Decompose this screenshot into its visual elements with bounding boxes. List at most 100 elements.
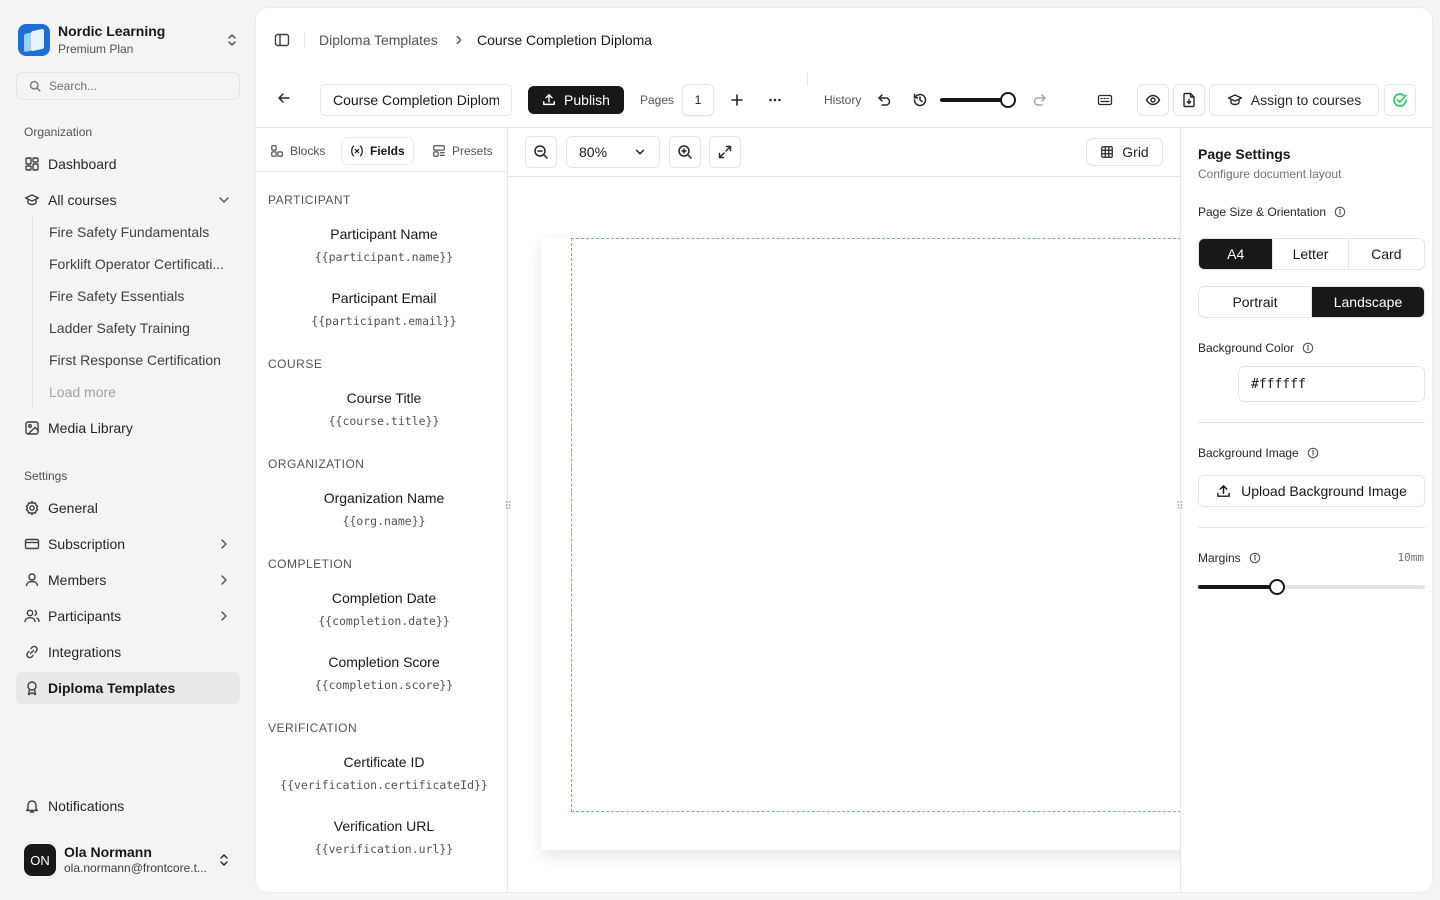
upload-icon — [1216, 484, 1231, 499]
check-circle-icon — [1392, 92, 1408, 108]
grid-toggle-button[interactable]: Grid — [1086, 138, 1163, 166]
background-color-label: Background Color — [1198, 341, 1314, 355]
info-icon[interactable] — [1307, 447, 1319, 459]
tab-fields[interactable]: Fields — [342, 138, 413, 164]
sidebar-item-dashboard[interactable]: Dashboard — [16, 148, 240, 180]
page-number-button[interactable]: 1 — [682, 84, 714, 116]
diploma-page[interactable] — [541, 238, 1180, 850]
preview-button[interactable] — [1137, 84, 1169, 116]
group-heading-organization: ORGANIZATION — [268, 457, 365, 471]
search-icon — [29, 80, 41, 92]
file-download-icon — [1181, 92, 1197, 108]
label-text: Margins — [1198, 551, 1241, 565]
upload-background-button[interactable]: Upload Background Image — [1198, 475, 1425, 507]
sidebar-item-general[interactable]: General — [16, 492, 240, 524]
field-name: Course Title — [346, 390, 422, 406]
fields-panel: Blocks Fields Presets PARTICIPANT Partic… — [256, 128, 508, 892]
link-icon — [24, 644, 40, 660]
field-variable: {{completion.score}} — [314, 678, 454, 692]
background-color-input[interactable] — [1238, 366, 1425, 402]
breadcrumb-parent[interactable]: Diploma Templates — [319, 32, 438, 48]
more-horizontal-icon[interactable] — [767, 92, 783, 108]
plus-icon[interactable] — [729, 92, 745, 108]
sidebar-item-all-courses[interactable]: All courses — [16, 184, 240, 216]
page-size-a4[interactable]: A4 — [1199, 239, 1274, 269]
field-certificate-id[interactable]: Certificate ID {{verification.certificat… — [256, 754, 507, 792]
sidebar: Nordic Learning Premium Plan Organizatio… — [0, 0, 256, 900]
field-verification-url[interactable]: Verification URL {{verification.url}} — [256, 818, 507, 856]
history-icon[interactable] — [912, 92, 928, 108]
search-input[interactable] — [49, 79, 229, 93]
history-slider-thumb[interactable] — [1000, 92, 1016, 108]
orientation-landscape[interactable]: Landscape — [1312, 287, 1424, 317]
sidebar-item-subscription[interactable]: Subscription — [16, 528, 240, 560]
zoom-in-button[interactable] — [669, 136, 701, 168]
field-completion-score[interactable]: Completion Score {{completion.score}} — [256, 654, 507, 692]
org-switcher[interactable]: Nordic Learning Premium Plan — [18, 20, 240, 60]
sidebar-item-diploma-templates[interactable]: Diploma Templates — [16, 672, 240, 704]
page-size-card[interactable]: Card — [1349, 239, 1424, 269]
field-name: Organization Name — [323, 490, 445, 506]
margins-value: 10mm — [1397, 551, 1425, 564]
dashboard-icon — [24, 156, 40, 172]
course-item[interactable]: Ladder Safety Training — [41, 313, 237, 343]
zoom-select[interactable]: 80% — [566, 136, 660, 168]
margins-slider[interactable] — [1198, 579, 1425, 595]
field-completion-date[interactable]: Completion Date {{completion.date}} — [256, 590, 507, 628]
page-size-label: Page Size & Orientation — [1198, 205, 1346, 219]
info-icon[interactable] — [1302, 342, 1314, 354]
eye-icon — [1145, 92, 1161, 108]
zoom-out-button[interactable] — [525, 136, 557, 168]
field-participant-email[interactable]: Participant Email {{participant.email}} — [256, 290, 507, 328]
user-email: ola.normann@frontcore.t... — [64, 861, 207, 876]
editor-toolbar: Publish Pages 1 History — [256, 72, 1432, 128]
orientation-portrait[interactable]: Portrait — [1199, 287, 1312, 317]
sidebar-item-label: Notifications — [48, 798, 125, 814]
save-status-button[interactable] — [1384, 84, 1416, 116]
export-pdf-button[interactable] — [1173, 84, 1205, 116]
margins-slider-thumb[interactable] — [1269, 579, 1285, 595]
history-slider[interactable] — [940, 92, 1016, 108]
sidebar-toggle-icon[interactable] — [274, 32, 290, 48]
field-participant-name[interactable]: Participant Name {{participant.name}} — [256, 226, 507, 264]
template-title-input[interactable] — [320, 84, 512, 116]
user-menu[interactable]: ON Ola Normann ola.normann@frontcore.t..… — [16, 836, 240, 884]
sidebar-item-integrations[interactable]: Integrations — [16, 636, 240, 668]
publish-button[interactable]: Publish — [528, 86, 624, 114]
course-item[interactable]: Fire Safety Fundamentals — [41, 217, 237, 247]
field-course-title[interactable]: Course Title {{course.title}} — [256, 390, 507, 428]
page-size-letter[interactable]: Letter — [1273, 239, 1349, 269]
field-variable: {{course.title}} — [328, 414, 440, 428]
course-item[interactable]: Forklift Operator Certificati... — [41, 249, 237, 279]
blocks-icon — [270, 144, 284, 158]
sidebar-item-members[interactable]: Members — [16, 564, 240, 596]
tab-blocks[interactable]: Blocks — [262, 138, 333, 164]
redo-icon[interactable] — [1032, 92, 1048, 108]
course-item[interactable]: Fire Safety Essentials — [41, 281, 237, 311]
divider — [1198, 527, 1425, 528]
search-box — [16, 72, 240, 100]
field-name: Participant Email — [331, 290, 437, 306]
fit-screen-button[interactable] — [709, 136, 741, 168]
info-icon[interactable] — [1334, 206, 1346, 218]
sidebar-item-notifications[interactable]: Notifications — [16, 790, 240, 822]
keyboard-icon[interactable] — [1097, 92, 1113, 108]
chevron-down-icon — [633, 145, 647, 159]
sidebar-item-participants[interactable]: Participants — [16, 600, 240, 632]
credit-card-icon — [24, 536, 40, 552]
panel-subtitle: Configure document layout — [1198, 167, 1342, 181]
back-arrow-icon[interactable] — [276, 90, 292, 106]
margins-label: Margins — [1198, 551, 1261, 565]
field-name: Participant Name — [330, 226, 438, 242]
load-more-link[interactable]: Load more — [41, 377, 237, 407]
info-icon[interactable] — [1249, 552, 1261, 564]
assign-to-courses-button[interactable]: Assign to courses — [1209, 84, 1379, 116]
section-label-organization: Organization — [24, 125, 93, 139]
field-organization-name[interactable]: Organization Name {{org.name}} — [256, 490, 507, 528]
course-item[interactable]: First Response Certification — [41, 345, 237, 375]
award-icon — [24, 680, 40, 696]
sidebar-item-media-library[interactable]: Media Library — [16, 412, 240, 444]
page-settings-panel: Page Settings Configure document layout … — [1180, 128, 1432, 892]
undo-icon[interactable] — [876, 92, 892, 108]
tab-presets[interactable]: Presets — [424, 138, 501, 164]
